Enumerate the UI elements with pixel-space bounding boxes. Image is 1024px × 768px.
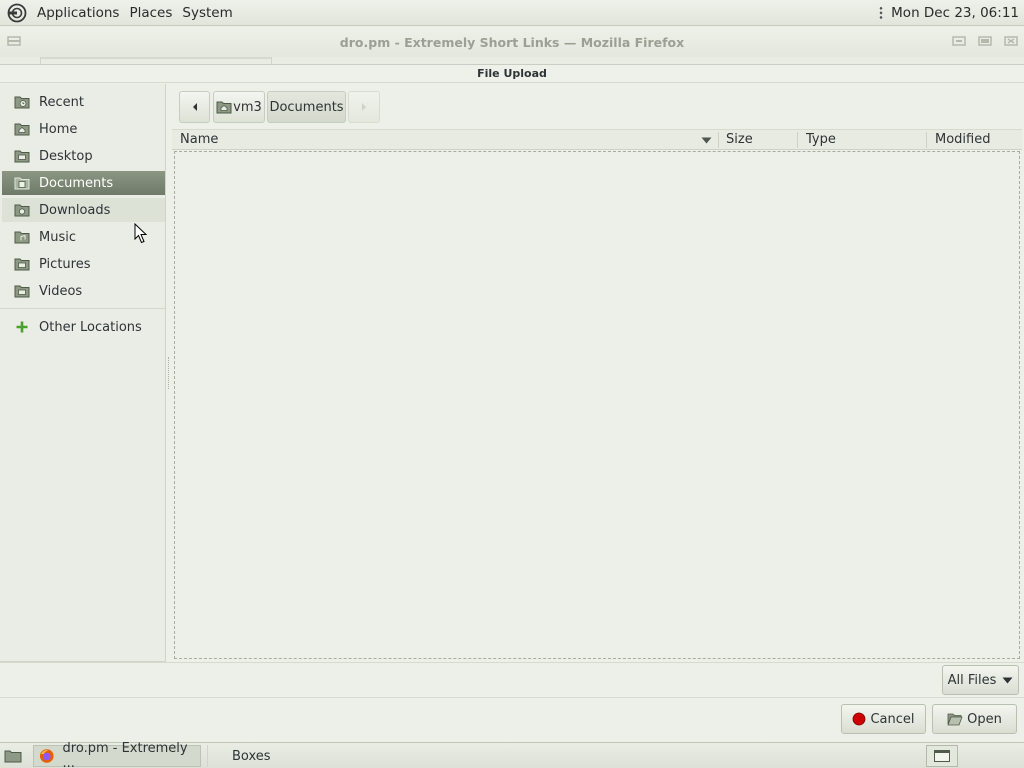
sidebar-item-label: Downloads <box>39 202 111 218</box>
chevron-down-icon <box>1002 677 1013 683</box>
column-modified[interactable]: Modified <box>927 130 1022 150</box>
folder-icon <box>14 204 30 217</box>
dialog-actions: Cancel Open <box>0 697 1024 743</box>
sidebar-item-label: Other Locations <box>39 319 142 335</box>
taskbar: dro.pm - Extremely ... Boxes <box>0 741 1024 768</box>
file-upload-dialog: File Upload Recent Home Desktop Document… <box>0 64 1024 743</box>
places-menu[interactable]: Places <box>124 0 177 26</box>
sidebar-item-home[interactable]: Home <box>2 117 165 141</box>
path-back-button[interactable] <box>179 91 210 123</box>
sidebar-item-label: Recent <box>39 94 84 110</box>
sidebar-item-label: Music <box>39 229 76 245</box>
path-segment-label: Documents <box>269 99 344 115</box>
task-label: Boxes <box>232 748 271 764</box>
distro-logo-icon[interactable] <box>7 3 27 23</box>
sidebar-item-videos[interactable]: Videos <box>2 279 165 303</box>
system-menu[interactable]: System <box>177 0 237 26</box>
column-size[interactable]: Size <box>718 130 798 150</box>
window-menu-icon[interactable] <box>7 35 21 47</box>
column-name[interactable]: Name <box>172 130 718 150</box>
window-titlebar[interactable]: dro.pm - Extremely Short Links — Mozilla… <box>0 27 1024 57</box>
workspace-switcher[interactable] <box>926 745 958 767</box>
folder-icon <box>14 258 30 271</box>
show-desktop-button[interactable] <box>2 745 24 767</box>
cancel-button-label: Cancel <box>870 711 915 727</box>
panel-handle-icon <box>879 5 884 20</box>
task-label: dro.pm - Extremely ... <box>62 741 188 768</box>
sidebar-item-downloads[interactable]: Downloads <box>2 198 165 222</box>
file-filter-dropdown[interactable]: All Files <box>942 665 1019 695</box>
window-title: dro.pm - Extremely Short Links — Mozilla… <box>339 34 685 50</box>
sidebar-item-label: Desktop <box>39 148 93 164</box>
column-type[interactable]: Type <box>798 130 926 150</box>
open-folder-icon <box>947 713 963 726</box>
sidebar-item-documents[interactable]: Documents <box>2 171 165 195</box>
sidebar-item-pictures[interactable]: Pictures <box>2 252 165 276</box>
path-segment-vm3[interactable]: vm3 <box>213 91 265 123</box>
filter-bar: All Files <box>0 662 1024 697</box>
chevron-right-icon <box>362 103 366 111</box>
top-panel: Applications Places System Mon Dec 23, 0… <box>0 0 1024 26</box>
clock[interactable]: Mon Dec 23, 06:11 <box>891 5 1019 21</box>
cancel-icon <box>853 712 866 726</box>
plus-icon <box>16 321 28 333</box>
task-boxes[interactable]: Boxes <box>207 745 297 767</box>
path-segment-label: vm3 <box>233 99 262 115</box>
file-filter-label: All Files <box>947 672 997 688</box>
folder-icon <box>14 231 30 244</box>
task-firefox[interactable]: dro.pm - Extremely ... <box>33 741 201 768</box>
mouse-cursor-icon <box>134 223 148 244</box>
minimize-icon[interactable] <box>952 35 966 47</box>
recent-folder-icon <box>14 96 30 109</box>
folder-icon <box>14 177 30 190</box>
places-sidebar: Recent Home Desktop Documents Downloads … <box>0 84 166 662</box>
sidebar-item-label: Home <box>39 121 78 137</box>
home-folder-icon <box>14 123 30 136</box>
path-segment-documents[interactable]: Documents <box>267 91 346 123</box>
dialog-title: File Upload <box>0 65 1024 83</box>
cancel-button[interactable]: Cancel <box>841 704 926 734</box>
applications-menu[interactable]: Applications <box>32 0 124 26</box>
sort-down-icon <box>701 137 712 144</box>
folder-icon <box>14 150 30 163</box>
workspace-icon <box>934 750 950 762</box>
sidebar-item-recent[interactable]: Recent <box>2 90 165 114</box>
open-button[interactable]: Open <box>932 704 1017 734</box>
close-window-icon[interactable] <box>1004 35 1018 47</box>
maximize-icon[interactable] <box>978 35 992 47</box>
firefox-icon <box>39 749 54 763</box>
open-button-label: Open <box>967 711 1002 727</box>
sidebar-item-label: Videos <box>39 283 83 299</box>
home-folder-icon <box>216 101 232 114</box>
pane-resize-handle[interactable] <box>168 357 170 389</box>
folder-icon <box>14 285 30 298</box>
sidebar-item-desktop[interactable]: Desktop <box>2 144 165 168</box>
file-list[interactable] <box>174 151 1020 659</box>
path-forward-button[interactable] <box>348 91 380 123</box>
sidebar-item-label: Pictures <box>39 256 91 272</box>
sidebar-item-label: Documents <box>39 175 114 191</box>
column-name-label: Name <box>180 132 219 147</box>
sidebar-item-other-locations[interactable]: Other Locations <box>2 315 165 339</box>
file-list-header: Name Size Type Modified <box>172 129 1022 150</box>
desktop-icon <box>4 750 22 763</box>
chevron-left-icon <box>192 103 197 111</box>
sidebar-separator <box>0 308 165 309</box>
